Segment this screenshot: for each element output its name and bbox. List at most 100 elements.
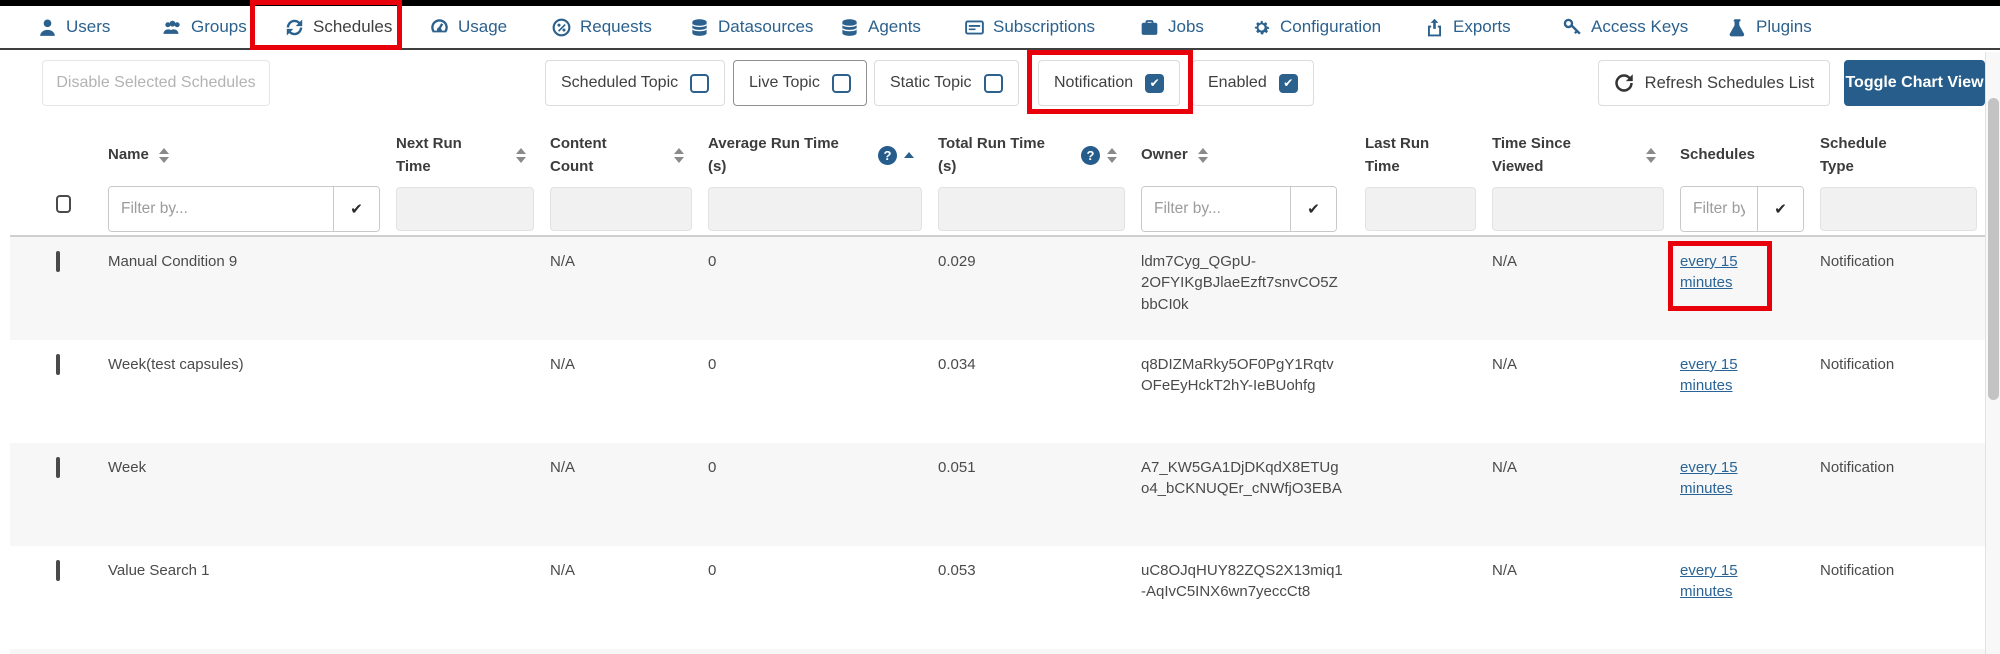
cell-last-run-time xyxy=(1357,546,1484,649)
user-icon xyxy=(38,18,57,37)
card-icon xyxy=(965,18,984,37)
header-content-count[interactable]: ContentCount xyxy=(542,125,700,185)
schedule-link[interactable]: every 15 minutes xyxy=(1680,457,1750,500)
checkbox-unchecked-icon[interactable] xyxy=(690,74,709,93)
vertical-scrollbar[interactable] xyxy=(1985,52,2000,654)
nav-item-groups[interactable]: Groups xyxy=(163,6,247,48)
row-checkbox[interactable] xyxy=(56,251,60,272)
cell-name: Week(test capsules) xyxy=(100,340,388,443)
cell-content-count: N/A xyxy=(542,340,700,443)
header-average-run-time[interactable]: Average Run Time(s) xyxy=(700,125,930,185)
name-filter-input[interactable] xyxy=(109,187,333,231)
refresh-schedules-list-button[interactable]: Refresh Schedules List xyxy=(1598,60,1830,106)
filter-toggle-live-topic[interactable]: Live Topic xyxy=(733,60,867,106)
sort-icon[interactable] xyxy=(1107,148,1117,163)
nav-item-exports[interactable]: Exports xyxy=(1425,6,1511,48)
filter-toggle-enabled[interactable]: Enabled xyxy=(1192,60,1314,106)
sort-icon[interactable] xyxy=(159,148,169,163)
table-row: Value Search 1 N/A 0 0.053 uC8OJqHUY82ZQ… xyxy=(10,546,1985,649)
nav-item-configuration[interactable]: Configuration xyxy=(1252,6,1381,48)
row-checkbox[interactable] xyxy=(56,457,60,478)
help-icon[interactable] xyxy=(878,146,897,165)
apply-filter-button[interactable] xyxy=(1757,187,1803,231)
filter-toggle-label: Static Topic xyxy=(890,74,972,92)
cell-time-since-viewed: N/A xyxy=(1484,340,1672,443)
filter-total-run-cell xyxy=(930,185,1133,235)
nav-item-agents[interactable]: Agents xyxy=(840,6,921,48)
cell-content-count: N/A xyxy=(542,237,700,340)
nav-item-jobs[interactable]: Jobs xyxy=(1140,6,1204,48)
nav-label: Schedules xyxy=(313,17,392,37)
filter-toggle-notification[interactable]: Notification xyxy=(1038,60,1180,106)
cell-schedules: every 15 minutes xyxy=(1672,546,1812,649)
row-checkbox[interactable] xyxy=(56,354,60,375)
cell-owner: A7_KW5GA1DjDKqdX8ETUgo4_bCKNUQEr_cNWfjO3… xyxy=(1133,443,1357,546)
content-count-filter-disabled xyxy=(550,187,692,231)
header-label: Viewed xyxy=(1492,155,1571,178)
sort-icon[interactable] xyxy=(1646,148,1656,163)
cell-next-run-time xyxy=(388,340,542,443)
cell-schedules: every 15 minutes xyxy=(1672,443,1812,546)
nav-item-access-keys[interactable]: Access Keys xyxy=(1563,6,1688,48)
row-checkbox[interactable] xyxy=(56,560,60,581)
nav-item-schedules[interactable]: Schedules xyxy=(285,6,392,48)
nav-item-users[interactable]: Users xyxy=(38,6,110,48)
schedule-type-filter-disabled xyxy=(1820,187,1977,231)
cell-name: Value Search 1 xyxy=(100,546,388,649)
cell-time-since-viewed: N/A xyxy=(1484,546,1672,649)
cell-avg-run-time: 0 xyxy=(700,443,930,546)
checkbox-checked-icon[interactable] xyxy=(1279,74,1298,93)
filter-next-run-cell xyxy=(388,185,542,235)
header-label: Last Run xyxy=(1365,132,1429,155)
checkbox-unchecked-icon[interactable] xyxy=(984,74,1003,93)
disable-selected-schedules-button[interactable]: Disable Selected Schedules xyxy=(42,60,270,106)
nav-item-plugins[interactable]: Plugins xyxy=(1728,6,1812,48)
header-owner[interactable]: Owner xyxy=(1133,125,1357,185)
sort-icon[interactable] xyxy=(516,148,526,163)
schedules-filter-input[interactable] xyxy=(1681,187,1757,231)
nav-item-datasources[interactable]: Datasources xyxy=(690,6,813,48)
filter-toggle-static-topic[interactable]: Static Topic xyxy=(874,60,1019,106)
schedule-link[interactable]: every 15 minutes xyxy=(1680,560,1750,603)
cell-next-run-time xyxy=(388,237,542,340)
nav-item-usage[interactable]: Usage xyxy=(430,6,507,48)
schedule-link[interactable]: every 15 minutes xyxy=(1680,354,1750,397)
header-next-run-time[interactable]: Next RunTime xyxy=(388,125,542,185)
owner-filter-input[interactable] xyxy=(1142,187,1290,231)
filter-toggle-scheduled-topic[interactable]: Scheduled Topic xyxy=(545,60,725,106)
help-icon[interactable] xyxy=(1081,146,1100,165)
row-select-cell xyxy=(10,443,100,546)
header-total-run-time[interactable]: Total Run Time(s) xyxy=(930,125,1133,185)
schedule-link[interactable]: every 15 minutes xyxy=(1680,251,1750,294)
header-label: Schedule xyxy=(1820,132,1887,155)
sort-icon[interactable] xyxy=(1198,148,1208,163)
filter-select-cell xyxy=(10,185,100,235)
nav-item-subscriptions[interactable]: Subscriptions xyxy=(965,6,1095,48)
filter-time-since-cell xyxy=(1484,185,1672,235)
apply-filter-button[interactable] xyxy=(1290,187,1336,231)
table-row: Week N/A 0 0.051 A7_KW5GA1DjDKqdX8ETUgo4… xyxy=(10,443,1985,546)
toggle-chart-view-button[interactable]: Toggle Chart View xyxy=(1844,60,1985,106)
checkbox-unchecked-icon[interactable] xyxy=(832,74,851,93)
filter-toggle-label: Scheduled Topic xyxy=(561,74,678,92)
header-name[interactable]: Name xyxy=(100,125,388,185)
database-icon xyxy=(840,18,859,37)
sort-icon[interactable] xyxy=(674,148,684,163)
cell-owner: q8DIZMaRky5OF0PgY1RqtvOFeEyHckT2hY-IeBUo… xyxy=(1133,340,1357,443)
cell-name: Manual Condition 9 xyxy=(100,237,388,340)
filter-name-cell xyxy=(100,185,388,235)
filter-toggle-label: Enabled xyxy=(1208,74,1267,92)
select-all-checkbox[interactable] xyxy=(56,195,71,213)
cell-last-run-time xyxy=(1357,443,1484,546)
nav-item-requests[interactable]: Requests xyxy=(552,6,652,48)
apply-filter-button[interactable] xyxy=(333,187,379,231)
sort-asc-icon[interactable] xyxy=(904,152,914,158)
checkbox-checked-icon[interactable] xyxy=(1145,74,1164,93)
scrollbar-thumb[interactable] xyxy=(1988,98,1999,400)
header-time-since-viewed[interactable]: Time SinceViewed xyxy=(1484,125,1672,185)
filter-toggle-label: Notification xyxy=(1054,74,1133,92)
database-icon xyxy=(690,18,709,37)
cell-time-since-viewed: N/A xyxy=(1484,443,1672,546)
percent-icon xyxy=(552,18,571,37)
next-run-filter-disabled xyxy=(396,187,534,231)
